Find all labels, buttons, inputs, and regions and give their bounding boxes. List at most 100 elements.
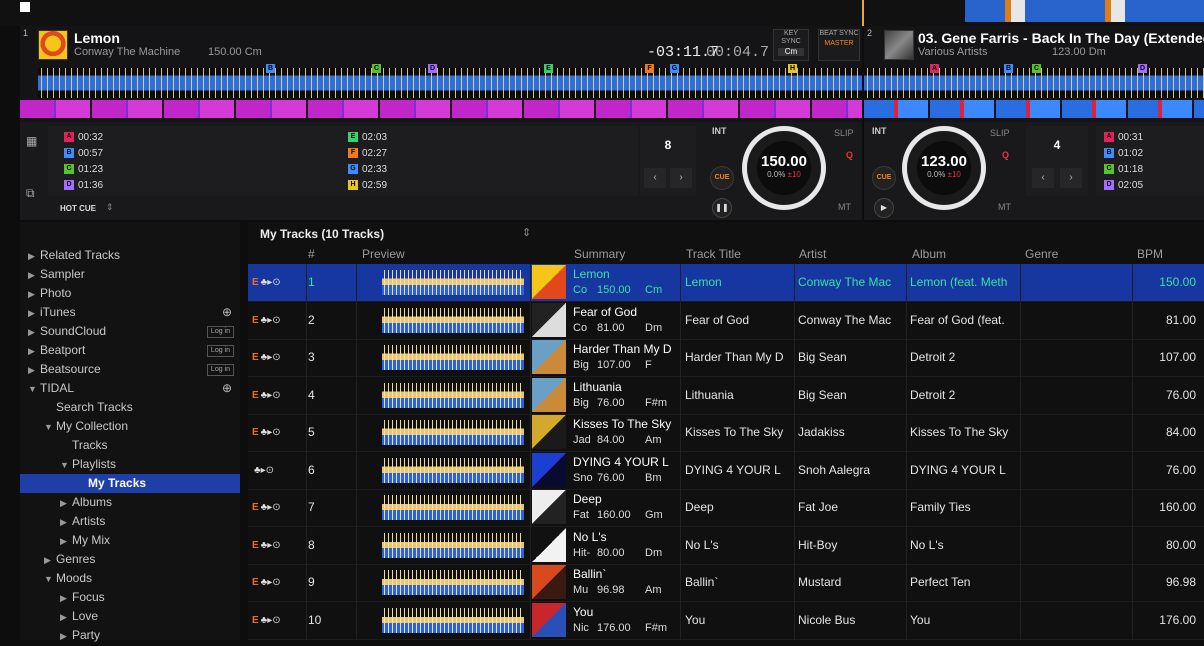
quantize-label[interactable]: Q [846, 150, 853, 160]
row-status-icons[interactable]: E ♣▸⊙ [252, 302, 281, 339]
login-button[interactable]: Log in [206, 326, 234, 338]
expand-arrow-icon[interactable]: ▶ [28, 266, 40, 285]
sidebar-item-tidal[interactable]: ▼ TIDAL ⊕ [20, 379, 240, 398]
slip-label[interactable]: SLIP [834, 128, 854, 138]
sidebar-item-soundcloud[interactable]: ▶ SoundCloud Log in [20, 322, 240, 341]
row-status-icons[interactable]: E ♣▸⊙ [252, 264, 281, 301]
table-row[interactable]: E ♣▸⊙ 5 Kisses To The Sky Jad 84.00 Am Kisses T… [248, 414, 1204, 452]
hotcue-pad-d[interactable]: D 02:05 [1104, 180, 1143, 191]
add-source-icon[interactable]: ⊕ [222, 303, 232, 322]
sidebar-item-moods[interactable]: ▼ Moods [20, 569, 240, 588]
sidebar-item-search-tracks[interactable]: Search Tracks [20, 398, 240, 417]
deck2-quantize-label[interactable]: Q [1002, 150, 1009, 160]
table-row[interactable]: E ♣▸⊙ 1 Lemon Co 150.00 Cm Lemon Conway The Mac L… [248, 264, 1204, 302]
table-row[interactable]: E ♣▸⊙ 3 Harder Than My D Big 107.00 F Harder Th… [248, 339, 1204, 377]
preview-waveform[interactable] [382, 270, 524, 295]
login-button[interactable]: Log in [206, 364, 234, 376]
hotcue-pad-c[interactable]: C 01:23 [64, 164, 103, 175]
hotcue-pad-b[interactable]: B 01:02 [1104, 148, 1143, 159]
sidebar-item-my-tracks[interactable]: My Tracks [20, 474, 240, 493]
deck2-jogwheel[interactable]: 123.00 0.0% ±10 [902, 126, 986, 210]
hotcue-pad-b[interactable]: B 00:57 [64, 148, 103, 159]
sidebar-item-my-collection[interactable]: ▼ My Collection [20, 417, 240, 436]
expand-arrow-icon[interactable]: ▶ [28, 323, 40, 342]
deck2-int-label[interactable]: INT [872, 126, 887, 136]
col-summary[interactable]: Summary [574, 247, 625, 261]
col-album[interactable]: Album [912, 247, 946, 261]
column-divider[interactable] [680, 264, 681, 640]
deck2-slip-label[interactable]: SLIP [990, 128, 1010, 138]
preview-waveform[interactable] [382, 532, 524, 558]
grid-icon[interactable]: ▦ [26, 134, 38, 148]
table-row[interactable]: E ♣▸⊙ 7 Deep Fat 160.00 Gm Deep Fat Joe Family Ti… [248, 489, 1204, 527]
add-source-icon[interactable]: ⊕ [222, 379, 232, 398]
int-label[interactable]: INT [712, 126, 727, 136]
deck2-cue-button[interactable]: CUE [872, 166, 896, 190]
deck2-mt-label[interactable]: MT [998, 202, 1011, 212]
row-status-icons[interactable]: E ♣▸⊙ [252, 377, 281, 414]
expand-arrow-icon[interactable]: ▶ [28, 247, 40, 266]
deck2-waveform-zoom[interactable] [864, 100, 1204, 118]
row-status-icons[interactable]: E ♣▸⊙ [252, 602, 281, 639]
column-divider[interactable] [794, 264, 795, 640]
collapse-arrow-icon[interactable]: ▼ [28, 380, 40, 399]
column-divider[interactable] [530, 264, 531, 640]
column-divider[interactable] [1020, 264, 1021, 640]
hotcue-mode-label[interactable]: HOT CUE [60, 204, 96, 213]
col-bpm[interactable]: BPM [1137, 247, 1163, 261]
deck-load-icon[interactable]: ♣▸⊙ [261, 427, 281, 438]
expand-arrow-icon[interactable]: ▶ [60, 532, 72, 551]
expand-arrow-icon[interactable]: ▶ [28, 285, 40, 304]
hotcue-pad-d[interactable]: D 01:36 [64, 180, 103, 191]
sidebar-item-sampler[interactable]: ▶ Sampler [20, 265, 240, 284]
deck-load-icon[interactable]: ♣▸⊙ [261, 540, 281, 551]
deck-load-icon[interactable]: ♣▸⊙ [261, 502, 281, 513]
deck1-time-elapsed[interactable]: 00:04.7 [706, 44, 769, 61]
playlist-title-stepper-icon[interactable]: ⇕ [522, 226, 531, 239]
col-artist[interactable]: Artist [799, 247, 826, 261]
row-status-icons[interactable]: E ♣▸⊙ [252, 339, 281, 376]
row-status-icons[interactable]: E ♣▸⊙ [252, 489, 281, 526]
preview-waveform[interactable] [382, 382, 524, 408]
table-row[interactable]: ♣▸⊙ 6 DYING 4 YOUR L Sno 76.00 Bm DYING 4 YOUR… [248, 452, 1204, 490]
deck-load-icon[interactable]: ♣▸⊙ [261, 277, 281, 288]
sidebar-item-tracks[interactable]: Tracks [20, 436, 240, 455]
hotcue-pad-g[interactable]: G 02:33 [348, 164, 387, 175]
collapse-arrow-icon[interactable]: ▼ [44, 418, 56, 437]
sidebar-item-artists[interactable]: ▶ Artists [20, 512, 240, 531]
deck1-beatsync-button[interactable]: BEAT SYNC MASTER [818, 29, 860, 61]
login-button[interactable]: Log in [206, 345, 234, 357]
deck2-loop-double-button[interactable]: › [1060, 168, 1082, 188]
row-status-icons[interactable]: E ♣▸⊙ [252, 527, 281, 564]
expand-arrow-icon[interactable]: ▶ [60, 627, 72, 646]
table-row[interactable]: E ♣▸⊙ 8 No L's Hit- 80.00 Dm No L's Hit-Boy No L'… [248, 527, 1204, 565]
sidebar-item-focus[interactable]: ▶ Focus [20, 588, 240, 607]
deck-load-icon[interactable]: ♣▸⊙ [261, 315, 281, 326]
hotcue-pad-c[interactable]: C 01:18 [1104, 164, 1143, 175]
deck1-waveform-overview[interactable] [38, 68, 862, 98]
sidebar-item-genres[interactable]: ▶ Genres [20, 550, 240, 569]
deck2-loop-value[interactable]: 4 [1026, 138, 1088, 152]
row-status-icons[interactable]: E ♣▸⊙ [252, 564, 281, 601]
preview-waveform[interactable] [382, 457, 524, 483]
loop-value[interactable]: 8 [640, 138, 696, 152]
deck-load-icon[interactable]: ♣▸⊙ [261, 352, 281, 363]
sidebar-item-party[interactable]: ▶ Party [20, 626, 240, 645]
preview-waveform[interactable] [382, 607, 524, 633]
expand-arrow-icon[interactable]: ▶ [60, 608, 72, 627]
deck1-play-button[interactable]: ❚❚ [712, 198, 732, 218]
preview-waveform[interactable] [382, 495, 524, 520]
expand-arrow-icon[interactable]: ▶ [60, 513, 72, 532]
mt-label[interactable]: MT [838, 202, 851, 212]
sidebar-item-itunes[interactable]: ▶ iTunes ⊕ [20, 303, 240, 322]
column-divider[interactable] [1132, 264, 1133, 640]
deck-load-icon[interactable]: ♣▸⊙ [261, 390, 281, 401]
table-row[interactable]: E ♣▸⊙ 2 Fear of God Co 81.00 Dm Fear of God Conw… [248, 302, 1204, 340]
deck2-overview-waveform[interactable] [965, 0, 1204, 22]
column-divider[interactable] [306, 264, 307, 640]
row-status-icons[interactable]: E ♣▸⊙ [252, 414, 281, 451]
preview-waveform[interactable] [382, 570, 524, 595]
sidebar-item-related-tracks[interactable]: ▶ Related Tracks [20, 246, 240, 265]
expand-arrow-icon[interactable]: ▶ [60, 494, 72, 513]
sidebar-item-my-mix[interactable]: ▶ My Mix [20, 531, 240, 550]
